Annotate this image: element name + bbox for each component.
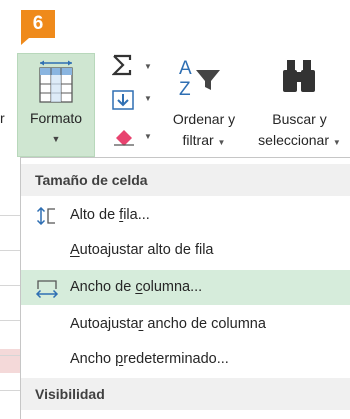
sheet-edge (0, 157, 20, 419)
sort-label-line1: Ordenar y (172, 111, 236, 127)
row-height-icon (36, 207, 55, 225)
menu-item-row-height[interactable]: Alto de fila... (21, 198, 350, 233)
clear-button[interactable]: ▼ (112, 126, 154, 150)
format-dropdown-menu: Tamaño de celda Alto de fila... Autoajus… (20, 157, 350, 419)
chevron-down-icon: ▼ (144, 94, 152, 103)
menu-item-label: Ancho de columna... (70, 279, 203, 295)
find-select-button[interactable]: Buscar y seleccionar ▼ (249, 56, 350, 154)
find-label-line2: seleccionar (258, 132, 329, 148)
menu-item-label: Autoajustar alto de fila (70, 242, 214, 258)
format-cells-icon (39, 60, 73, 103)
menu-item-autofit-row-height[interactable]: Autoajustar alto de fila (21, 233, 350, 268)
sort-filter-icon: A Z (179, 58, 220, 100)
column-width-icon (35, 280, 59, 299)
gridline (0, 355, 20, 356)
ribbon-cut-label: r (0, 110, 5, 126)
svg-text:Z: Z (179, 79, 191, 100)
menu-item-label: Ancho predeterminado... (70, 351, 229, 367)
chevron-down-icon: ▼ (51, 134, 61, 144)
menu-item-default-width[interactable]: Ancho predeterminado... (21, 342, 350, 377)
menu-item-autofit-column-width[interactable]: Autoajustar ancho de columna (21, 307, 350, 342)
sort-filter-button[interactable]: A Z Ordenar y filtrar ▼ (160, 56, 248, 154)
svg-text:A: A (179, 58, 192, 79)
find-label-line2-wrap: seleccionar ▼ (249, 131, 350, 152)
menu-item-column-width[interactable]: Ancho de columna... (21, 270, 350, 305)
fill-down-icon (112, 90, 134, 110)
chevron-down-icon: ▼ (332, 138, 341, 147)
gridline (0, 390, 20, 391)
menu-item-label: Alto de fila... (70, 207, 150, 223)
find-label-line1: Buscar y (272, 111, 327, 127)
chevron-down-icon: ▼ (217, 138, 226, 147)
menu-section-cell-size: Tamaño de celda (21, 164, 350, 196)
sigma-icon (112, 54, 132, 76)
gridline (0, 250, 20, 251)
autosum-button[interactable]: ▼ (112, 54, 154, 80)
ribbon-cells-group: r Formato ▼ ▼ ▼ ▼ A Z Ordenar y filtrar … (0, 0, 350, 157)
fill-button[interactable]: ▼ (112, 90, 154, 114)
format-button[interactable]: Formato ▼ (17, 53, 95, 157)
sort-label-line2: filtrar (182, 132, 214, 148)
gridline (0, 320, 20, 321)
eraser-icon (114, 130, 134, 146)
highlighted-cell (0, 349, 20, 373)
binoculars-icon (283, 60, 315, 92)
menu-section-visibility: Visibilidad (21, 378, 350, 410)
sort-label-line2-wrap: filtrar ▼ (160, 131, 248, 152)
chevron-down-icon: ▼ (144, 132, 152, 141)
gridline (0, 215, 20, 216)
format-button-label: Formato (29, 110, 83, 126)
chevron-down-icon: ▼ (144, 62, 152, 71)
gridline (0, 285, 20, 286)
menu-item-label: Autoajustar ancho de columna (70, 316, 266, 332)
